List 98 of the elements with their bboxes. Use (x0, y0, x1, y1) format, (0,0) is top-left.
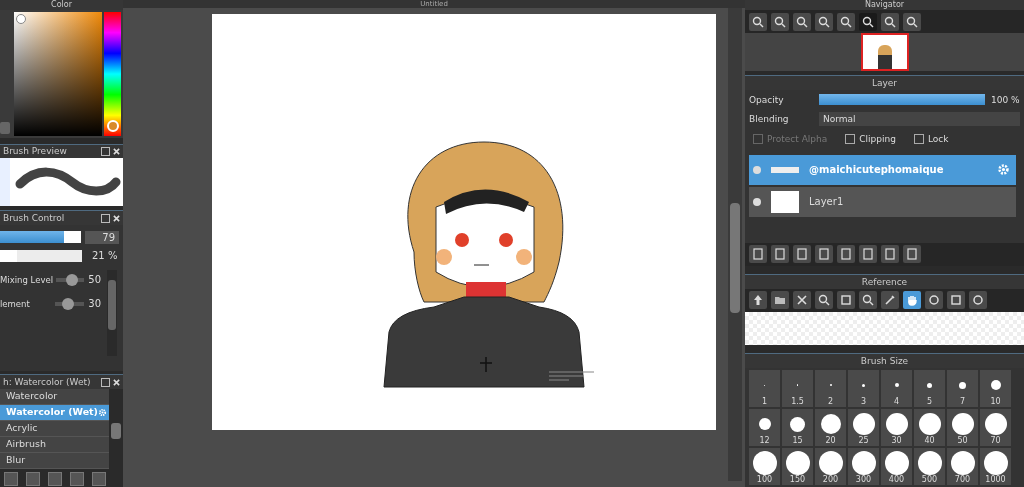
hue-bar[interactable] (104, 11, 121, 136)
brush-name: Airbrush (6, 438, 46, 451)
color-square[interactable] (14, 11, 102, 136)
layer-tool-icon[interactable] (837, 245, 855, 264)
brush-name: Watercolor (Wet) (6, 406, 98, 419)
gear-icon[interactable] (997, 163, 1010, 177)
brush-name: Watercolor (6, 390, 58, 403)
canvas-thumbnail[interactable] (860, 33, 909, 72)
close-icon[interactable] (113, 214, 120, 222)
brush-size-option[interactable]: 40 (914, 409, 945, 446)
blending-dropdown[interactable]: Normal (819, 112, 1020, 127)
brush-size-option[interactable]: 30 (881, 409, 912, 446)
visibility-icon[interactable] (753, 197, 761, 206)
brush-size-option[interactable]: 400 (881, 448, 912, 485)
close-icon[interactable] (113, 147, 120, 155)
popout-icon[interactable] (101, 377, 110, 387)
zoom-icon[interactable] (903, 12, 921, 31)
layer-tool-icon[interactable] (859, 245, 877, 264)
checkbox-option[interactable]: Lock (913, 133, 949, 144)
zoom-icon[interactable] (793, 12, 811, 31)
brush-size-option[interactable]: 10 (980, 370, 1011, 407)
brush-size-option[interactable]: 12 (749, 409, 780, 446)
slider-label: lement (0, 297, 31, 310)
slider-value: 30 (88, 298, 101, 310)
brush-size-option[interactable]: 1.5 (782, 370, 813, 407)
upload-icon[interactable] (749, 291, 767, 310)
scrollbar[interactable] (728, 8, 742, 481)
reference-area[interactable] (745, 312, 1024, 346)
brush-name: Blur (6, 454, 26, 467)
brush-size-option[interactable]: 1 (749, 370, 780, 407)
brush-size-option[interactable]: 100 (749, 448, 780, 485)
opacity-value: 100 % (991, 94, 1020, 105)
size-slider[interactable] (0, 231, 82, 244)
frame-icon[interactable] (947, 291, 965, 310)
brush-size-option[interactable]: 1000 (980, 448, 1011, 485)
zoom-icon[interactable] (815, 12, 833, 31)
fit-icon[interactable] (837, 291, 855, 310)
opacity-slider[interactable] (0, 249, 82, 262)
gear-icon[interactable] (98, 407, 107, 417)
scrollbar[interactable] (107, 269, 117, 356)
layer-tool-icon[interactable] (903, 245, 921, 264)
layer-thumbnail (771, 166, 799, 173)
brush-name: Acrylic (6, 422, 38, 435)
brush-size-option[interactable]: 300 (848, 448, 879, 485)
checkbox-option[interactable]: Clipping (845, 133, 896, 144)
rotate-icon[interactable] (925, 291, 943, 310)
brush-size-option[interactable]: 200 (815, 448, 846, 485)
opacity-value: 21 % (92, 250, 118, 262)
panel-title: Brush Control (3, 213, 65, 224)
zoom-icon[interactable] (771, 12, 789, 31)
zoom-icon[interactable] (859, 12, 877, 31)
zoom-icon[interactable] (749, 12, 767, 31)
brush-size-option[interactable]: 5 (914, 370, 945, 407)
zoom-icon[interactable] (815, 291, 833, 310)
layer-tool-icon[interactable] (881, 245, 899, 264)
close-icon[interactable] (113, 378, 120, 386)
brush-size-option[interactable]: 15 (782, 409, 813, 446)
layer-tool-icon[interactable] (749, 245, 767, 264)
opacity-label: Opacity (749, 94, 785, 105)
brush-size-option[interactable]: 700 (947, 448, 978, 485)
panel-title: Color (51, 0, 72, 10)
opacity-slider[interactable] (819, 94, 985, 106)
panel-title: Layer (871, 78, 898, 89)
brush-size-option[interactable]: 50 (947, 409, 978, 446)
layer-tool-icon[interactable] (793, 245, 811, 264)
layer-thumbnail (771, 190, 799, 213)
close-icon[interactable] (793, 291, 811, 310)
panel-title: Brush Size (860, 356, 909, 367)
scrollbar[interactable] (109, 388, 123, 469)
brush-size-option[interactable]: 25 (848, 409, 879, 446)
panel-title: Reference (861, 276, 908, 287)
brush-size-option[interactable]: 3 (848, 370, 879, 407)
panel-title: Navigator (864, 0, 905, 10)
slider-label: Mixing Level (0, 273, 52, 286)
canvas[interactable] (212, 14, 716, 430)
slider-value: 50 (88, 274, 101, 286)
brush-size-option[interactable]: 4 (881, 370, 912, 407)
panel-title: h: Watercolor (Wet) (3, 377, 91, 388)
popout-icon[interactable] (101, 213, 110, 223)
brush-size-option[interactable]: 70 (980, 409, 1011, 446)
brush-size-option[interactable]: 2 (815, 370, 846, 407)
zoom-icon[interactable] (859, 291, 877, 310)
layer-tool-icon[interactable] (771, 245, 789, 264)
brush-size-option[interactable]: 150 (782, 448, 813, 485)
popout-icon[interactable] (101, 146, 110, 156)
panel-title: Brush Preview (3, 146, 67, 157)
size-value[interactable]: 79 (85, 230, 119, 244)
rotate-icon[interactable] (969, 291, 987, 310)
hand-icon[interactable] (903, 291, 921, 310)
zoom-icon[interactable] (837, 12, 855, 31)
layer-row[interactable]: Layer1 (749, 186, 1016, 217)
brush-size-option[interactable]: 500 (914, 448, 945, 485)
folder-icon[interactable] (771, 291, 789, 310)
zoom-icon[interactable] (881, 12, 899, 31)
brush-size-option[interactable]: 20 (815, 409, 846, 446)
blending-label: Blending (749, 114, 790, 125)
layer-tool-icon[interactable] (815, 245, 833, 264)
brush-size-option[interactable]: 7 (947, 370, 978, 407)
